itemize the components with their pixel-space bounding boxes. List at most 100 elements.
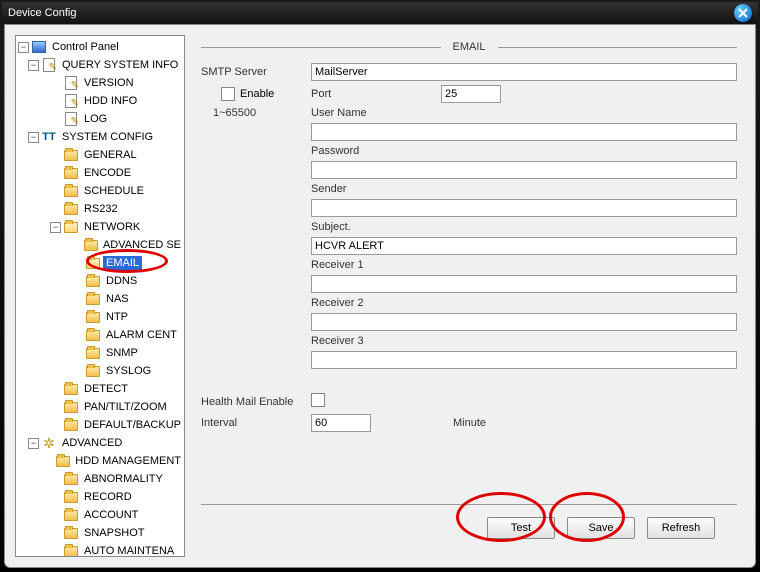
tree-item[interactable]: NAS	[72, 290, 184, 308]
receiver1-label: Receiver 1	[311, 259, 441, 271]
refresh-button[interactable]: Refresh	[647, 517, 715, 539]
receiver3-input[interactable]	[311, 351, 737, 369]
username-input[interactable]	[311, 123, 737, 141]
collapse-icon[interactable]: −	[18, 42, 29, 53]
document-icon	[65, 112, 77, 126]
folder-icon	[64, 510, 78, 521]
folder-icon	[64, 150, 78, 161]
tree-item[interactable]: ADVANCED SE	[72, 236, 184, 254]
port-hint: 1~65500	[201, 107, 311, 119]
folder-open-icon	[64, 222, 78, 233]
tree-item[interactable]: HDD MANAGEMENT	[50, 452, 184, 470]
folder-icon	[86, 294, 100, 305]
tree-item[interactable]: DDNS	[72, 272, 184, 290]
collapse-icon[interactable]: −	[50, 222, 61, 233]
folder-icon	[64, 204, 78, 215]
divider	[498, 47, 738, 48]
tree-item[interactable]: VERSION	[50, 74, 184, 92]
folder-icon	[64, 528, 78, 539]
interval-label: Interval	[201, 417, 311, 429]
document-icon	[65, 94, 77, 108]
document-icon	[43, 58, 55, 72]
tree-item[interactable]: SNAPSHOT	[50, 524, 184, 542]
folder-icon	[86, 276, 100, 287]
test-button[interactable]: Test	[487, 517, 555, 539]
collapse-icon[interactable]: −	[28, 60, 39, 71]
tree-item[interactable]: LOG	[50, 110, 184, 128]
folder-icon	[64, 420, 78, 431]
healthmail-checkbox[interactable]	[311, 393, 325, 407]
port-input[interactable]	[441, 85, 501, 103]
tree-email[interactable]: EMAIL	[72, 254, 184, 272]
enable-checkbox[interactable]	[221, 87, 235, 101]
tree-item[interactable]: SCHEDULE	[50, 182, 184, 200]
receiver1-input[interactable]	[311, 275, 737, 293]
enable-label: Enable	[240, 88, 274, 100]
tree-scroll[interactable]: − Control Panel − QUERY SYSTEM INFO VERS…	[16, 36, 184, 556]
folder-icon	[56, 456, 70, 467]
divider	[201, 47, 441, 48]
config-icon: TT	[42, 131, 56, 143]
folder-icon	[64, 402, 78, 413]
section-title: EMAIL	[453, 41, 486, 53]
tree-item[interactable]: ABNORMALITY	[50, 470, 184, 488]
save-button[interactable]: Save	[567, 517, 635, 539]
tree-item[interactable]: DETECT	[50, 380, 184, 398]
smtp-input[interactable]	[311, 63, 737, 81]
gear-icon: ✲	[42, 436, 56, 450]
tree-item[interactable]: PAN/TILT/ZOOM	[50, 398, 184, 416]
folder-open-icon	[86, 258, 100, 269]
tree-item[interactable]: DEFAULT/BACKUP	[50, 416, 184, 434]
tree-root[interactable]: − Control Panel	[18, 38, 184, 56]
folder-icon	[64, 492, 78, 503]
interval-input[interactable]	[311, 414, 371, 432]
folder-icon	[86, 366, 100, 377]
nav-tree: − Control Panel − QUERY SYSTEM INFO VERS…	[15, 35, 185, 557]
tree-item[interactable]: SNMP	[72, 344, 184, 362]
tree-item[interactable]: RECORD	[50, 488, 184, 506]
document-icon	[65, 76, 77, 90]
tree-item[interactable]: SYSLOG	[72, 362, 184, 380]
folder-icon	[64, 168, 78, 179]
control-panel-icon	[32, 41, 46, 53]
password-input[interactable]	[311, 161, 737, 179]
window-title: Device Config	[8, 7, 76, 19]
divider	[201, 504, 737, 505]
folder-icon	[84, 240, 98, 251]
password-label: Password	[311, 145, 441, 157]
collapse-icon[interactable]: −	[28, 132, 39, 143]
healthmail-label: Health Mail Enable	[201, 396, 311, 408]
tree-item[interactable]: ACCOUNT	[50, 506, 184, 524]
tree-advanced[interactable]: − ✲ ADVANCED	[28, 434, 184, 452]
folder-icon	[86, 312, 100, 323]
tree-system[interactable]: − TT SYSTEM CONFIG	[28, 128, 184, 146]
sender-input[interactable]	[311, 199, 737, 217]
subject-label: Subject.	[311, 221, 441, 233]
receiver3-label: Receiver 3	[311, 335, 441, 347]
sender-label: Sender	[311, 183, 441, 195]
tree-query[interactable]: − QUERY SYSTEM INFO	[28, 56, 184, 74]
tree-item[interactable]: NTP	[72, 308, 184, 326]
receiver2-label: Receiver 2	[311, 297, 441, 309]
tree-network[interactable]: −NETWORK	[50, 218, 184, 236]
folder-icon	[86, 330, 100, 341]
tree-item[interactable]: RS232	[50, 200, 184, 218]
tree-item[interactable]: ALARM CENT	[72, 326, 184, 344]
username-label: User Name	[311, 107, 441, 119]
folder-icon	[64, 474, 78, 485]
folder-icon	[64, 546, 78, 557]
port-label: Port	[311, 88, 441, 100]
interval-unit: Minute	[441, 417, 737, 429]
folder-icon	[86, 348, 100, 359]
tree-item[interactable]: GENERAL	[50, 146, 184, 164]
subject-input[interactable]	[311, 237, 737, 255]
collapse-icon[interactable]: −	[28, 438, 39, 449]
folder-icon	[64, 384, 78, 395]
smtp-label: SMTP Server	[201, 66, 311, 78]
receiver2-input[interactable]	[311, 313, 737, 331]
tree-item[interactable]: AUTO MAINTENA	[50, 542, 184, 556]
tree-item[interactable]: HDD INFO	[50, 92, 184, 110]
tree-item[interactable]: ENCODE	[50, 164, 184, 182]
folder-icon	[64, 186, 78, 197]
close-icon[interactable]	[734, 4, 752, 22]
